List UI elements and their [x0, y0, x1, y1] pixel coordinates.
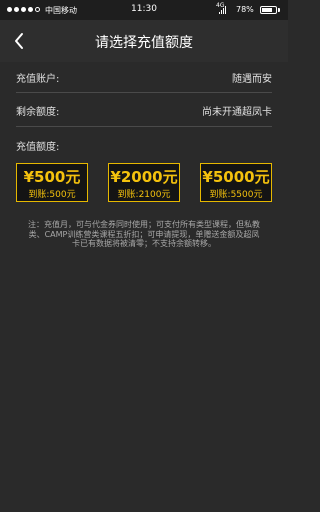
option-credited: 到账:5500元: [209, 190, 263, 200]
balance-value: 尚未开通超凤卡: [202, 107, 272, 118]
option-credited: 到账:500元: [28, 190, 76, 200]
divider: [16, 92, 272, 93]
option-amount: ¥2000元: [110, 168, 178, 186]
battery-nub: [278, 8, 280, 12]
amount-label: 充值额度:: [16, 142, 60, 153]
page-title: 请选择充值额度: [95, 35, 193, 51]
status-bar: 中国移动 11:30 4G 78%: [0, 0, 288, 20]
option-credited: 到账:2100元: [117, 190, 171, 200]
balance-label: 剩余额度:: [16, 107, 60, 118]
amount-option-2000[interactable]: ¥2000元 到账:2100元: [108, 163, 180, 202]
battery-fill: [262, 8, 273, 12]
option-amount: ¥5000元: [202, 168, 270, 186]
recharge-note: 注：充值月，可与代金券同时使用；可支付所有类型课程，但私教类、CAMP训练营类课…: [28, 220, 260, 248]
nav-bar: 请选择充值额度: [0, 20, 288, 62]
battery-percent: 78%: [236, 5, 254, 14]
account-label: 充值账户:: [16, 74, 60, 85]
amount-option-5000[interactable]: ¥5000元 到账:5500元: [200, 163, 272, 202]
account-value: 随遇而安: [232, 74, 272, 85]
cellular-bars-icon: [219, 6, 226, 14]
option-amount: ¥500元: [23, 168, 81, 186]
battery-icon: [260, 6, 277, 14]
divider: [16, 126, 272, 127]
amount-option-500[interactable]: ¥500元 到账:500元: [16, 163, 88, 202]
